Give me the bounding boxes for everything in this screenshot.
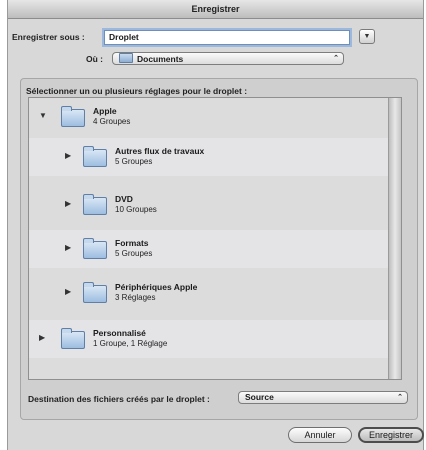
item-subtitle: 5 Groupes: [115, 249, 153, 258]
destination-popup[interactable]: Source ⌃: [238, 391, 408, 404]
item-subtitle: 5 Groupes: [115, 157, 153, 166]
disclosure-collapsed-icon[interactable]: ▶: [65, 151, 71, 160]
item-title: Périphériques Apple: [115, 282, 198, 292]
item-title: Autres flux de travaux: [115, 146, 205, 156]
list-item[interactable]: ▶ Personnalisé 1 Groupe, 1 Réglage: [29, 320, 389, 358]
item-title: DVD: [115, 194, 133, 204]
item-subtitle: 3 Réglages: [115, 293, 156, 302]
list-item[interactable]: ▼ Apple 4 Groupes: [29, 98, 389, 136]
settings-heading: Sélectionner un ou plusieurs réglages po…: [26, 86, 248, 96]
disclosure-collapsed-icon[interactable]: ▶: [65, 287, 71, 296]
save-as-label: Enregistrer sous :: [12, 32, 85, 42]
folder-icon: [83, 146, 107, 167]
folder-icon: [83, 194, 107, 215]
where-popup[interactable]: Documents ⌃: [112, 52, 344, 65]
list-item[interactable]: ▶ Autres flux de travaux 5 Groupes: [29, 138, 389, 176]
expand-dialog-button[interactable]: ▼: [359, 29, 375, 44]
where-label: Où :: [86, 54, 103, 64]
item-subtitle: 1 Groupe, 1 Réglage: [93, 339, 168, 348]
settings-list[interactable]: ▼ Apple 4 Groupes ▶ Autres flux de trava…: [28, 97, 402, 380]
popup-arrows-icon: ⌃: [333, 55, 339, 62]
disclosure-expanded-icon[interactable]: ▼: [39, 111, 47, 120]
folder-icon: [83, 282, 107, 303]
disclosure-collapsed-icon[interactable]: ▶: [65, 199, 71, 208]
save-as-field[interactable]: Droplet: [104, 30, 350, 45]
vertical-scrollbar[interactable]: [388, 98, 401, 379]
item-subtitle: 4 Groupes: [93, 117, 131, 126]
list-item[interactable]: ▶ DVD 10 Groupes: [29, 186, 389, 224]
disclosure-collapsed-icon[interactable]: ▶: [65, 243, 71, 252]
folder-icon: [83, 238, 107, 259]
popup-arrows-icon: ⌃: [397, 394, 403, 401]
list-item[interactable]: ▶ Formats 5 Groupes: [29, 230, 389, 268]
item-title: Personnalisé: [93, 328, 146, 338]
list-item[interactable]: ▶ Périphériques Apple 3 Réglages: [29, 274, 389, 312]
chevron-down-icon: ▼: [363, 33, 371, 40]
item-title: Apple: [93, 106, 117, 116]
disclosure-collapsed-icon[interactable]: ▶: [39, 333, 45, 342]
item-title: Formats: [115, 238, 149, 248]
save-dialog: Enregistrer Enregistrer sous : Droplet ▼…: [7, 0, 424, 450]
item-subtitle: 10 Groupes: [115, 205, 157, 214]
destination-value: Source: [245, 392, 274, 402]
destination-label: Destination des fichiers créés par le dr…: [28, 394, 210, 404]
save-button[interactable]: Enregistrer: [358, 427, 424, 443]
cancel-button[interactable]: Annuler: [288, 427, 352, 443]
dialog-title: Enregistrer: [8, 0, 423, 19]
folder-icon: [61, 328, 85, 349]
folder-icon: [119, 53, 133, 63]
where-value: Documents: [137, 54, 184, 64]
folder-icon: [61, 106, 85, 127]
